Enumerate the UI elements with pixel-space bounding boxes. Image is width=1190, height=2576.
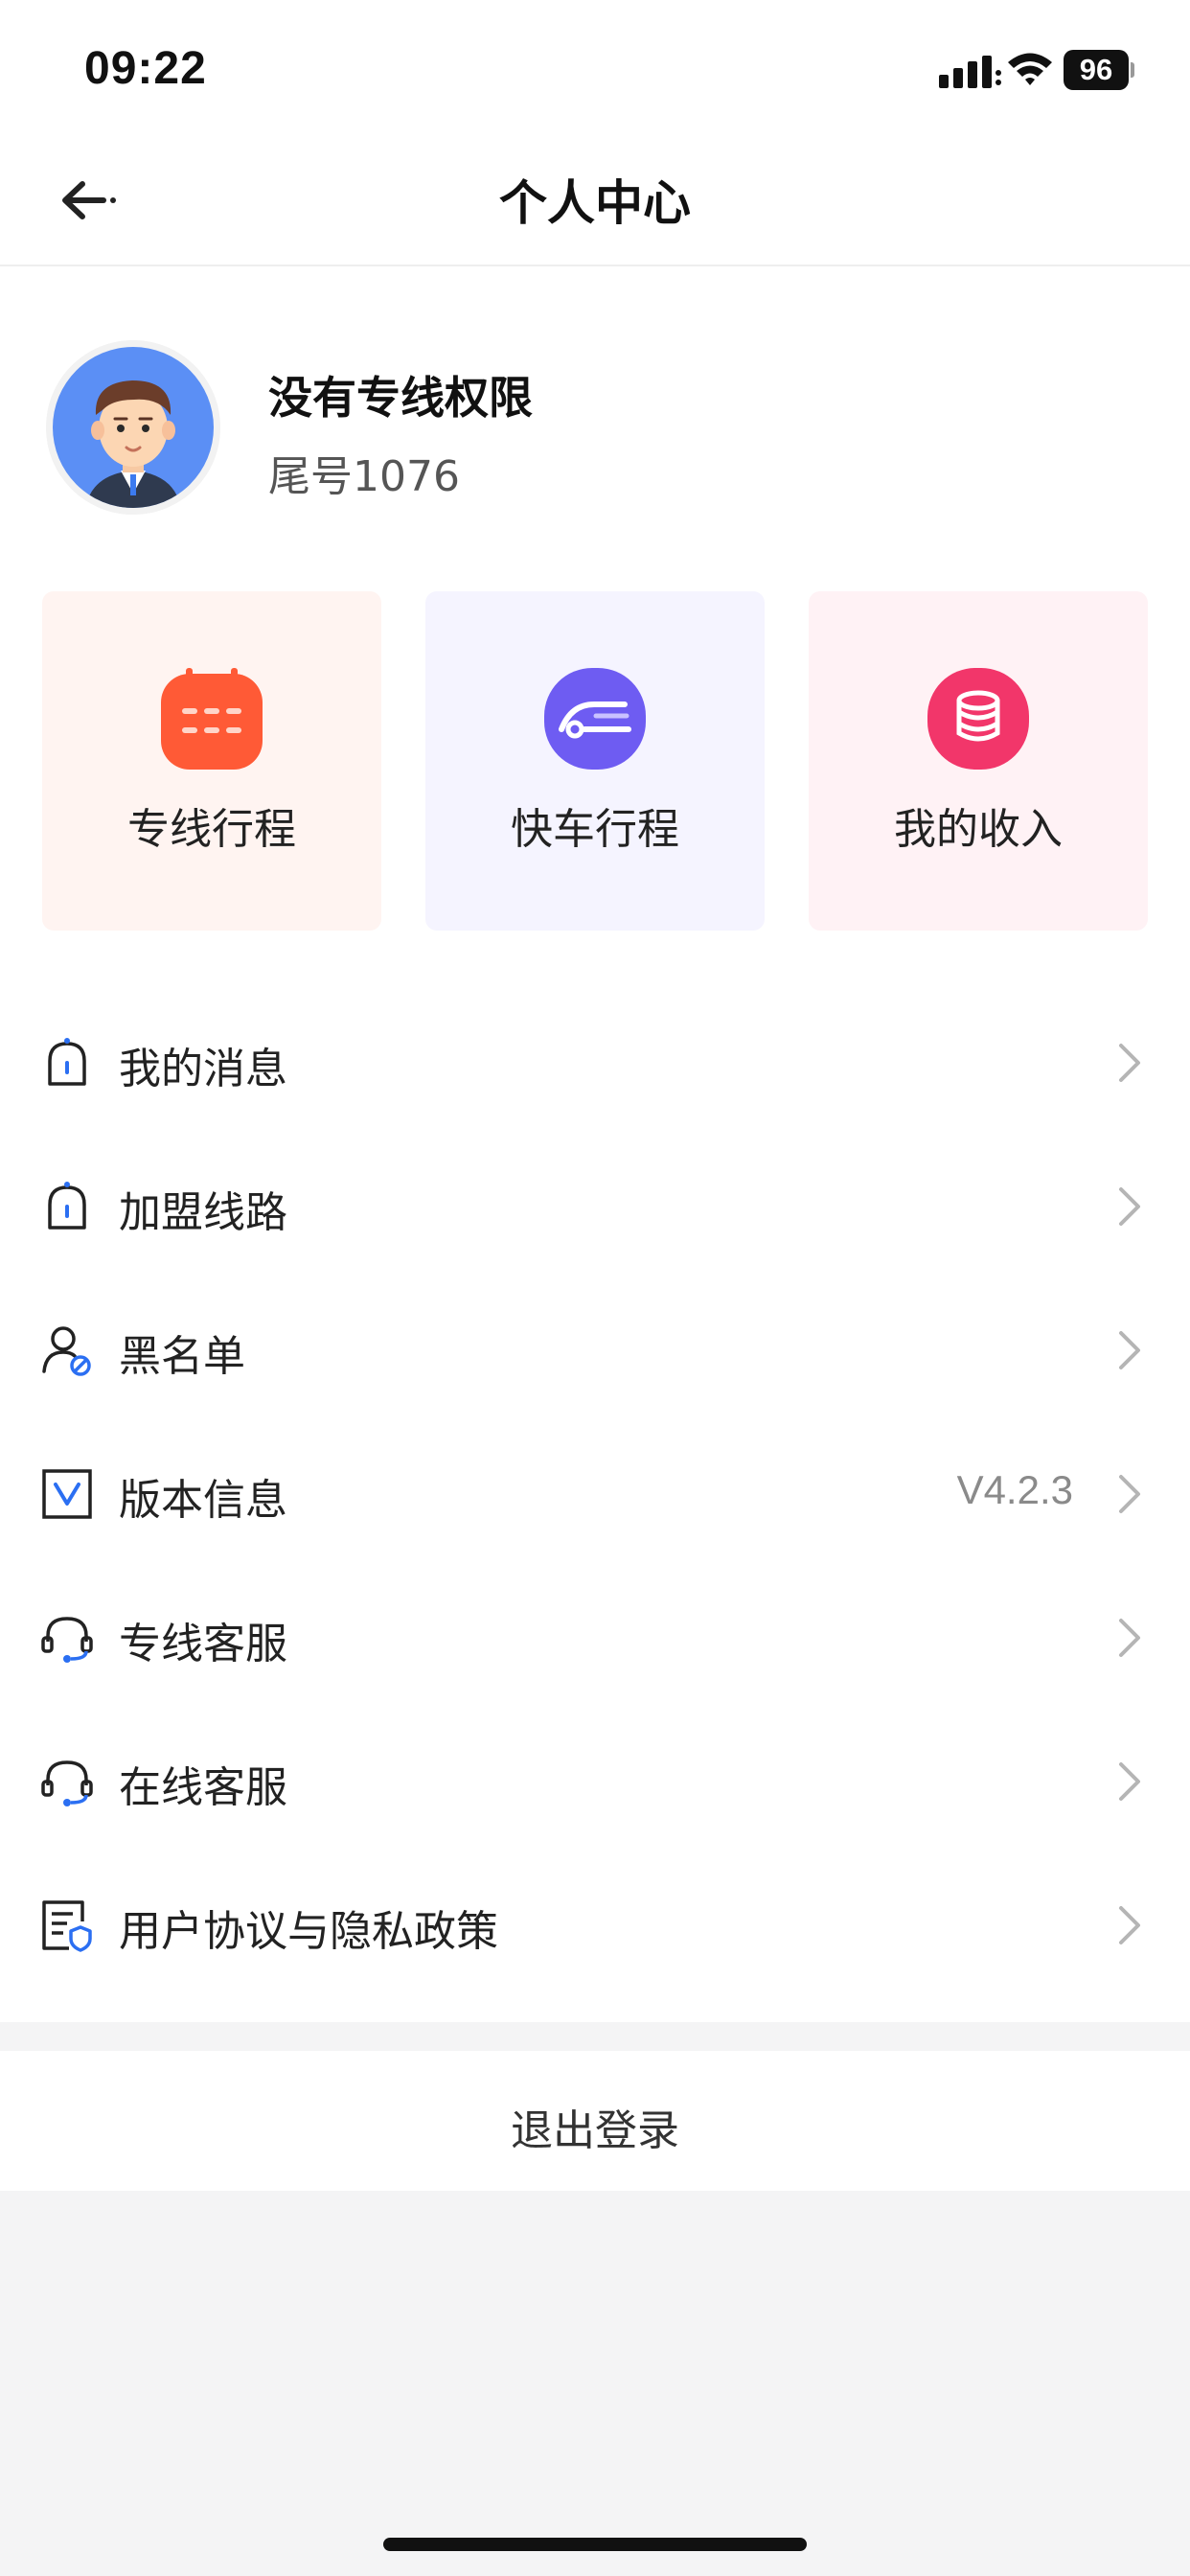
menu-item-blacklist[interactable]: 黑名单 xyxy=(0,1277,1190,1421)
chevron-right-icon xyxy=(1119,1619,1140,1657)
menu-item-online-service[interactable]: 在线客服 xyxy=(0,1709,1190,1852)
headset-icon xyxy=(41,1760,93,1806)
headset-icon xyxy=(41,1617,93,1663)
wifi-icon xyxy=(1008,53,1052,85)
version-icon xyxy=(42,1469,92,1519)
menu-label: 黑名单 xyxy=(119,1332,245,1381)
home-indicator[interactable] xyxy=(383,2538,807,2551)
document-shield-icon xyxy=(42,1900,92,1952)
logout-button[interactable]: 退出登录 xyxy=(0,2051,1190,2191)
menu-item-special-line-service[interactable]: 专线客服 xyxy=(0,1565,1190,1709)
chevron-right-icon xyxy=(1119,1906,1140,1944)
menu-label: 在线客服 xyxy=(119,1763,287,1812)
card-label: 我的收入 xyxy=(894,805,1063,854)
logout-label: 退出登录 xyxy=(511,2106,679,2155)
user-block-icon xyxy=(42,1326,91,1376)
menu-label: 我的消息 xyxy=(119,1045,287,1093)
card-my-income[interactable]: 我的收入 xyxy=(809,591,1148,931)
battery-level: 96 xyxy=(1064,50,1129,90)
card-label: 快车行程 xyxy=(511,805,679,854)
menu-item-user-agreement-privacy[interactable]: 用户协议与隐私政策 xyxy=(0,1852,1190,1996)
signal-icon xyxy=(939,56,1001,88)
menu-label: 版本信息 xyxy=(119,1476,287,1525)
bell-icon xyxy=(48,1182,86,1230)
menu-item-version-info[interactable]: 版本信息 V4.2.3 xyxy=(0,1421,1190,1565)
calendar-icon xyxy=(161,668,263,770)
page-title: 个人中心 xyxy=(499,175,691,231)
menu-label: 加盟线路 xyxy=(119,1188,287,1237)
menu-label: 用户协议与隐私政策 xyxy=(119,1907,498,1956)
chevron-right-icon xyxy=(1119,1187,1140,1226)
avatar-man-icon[interactable] xyxy=(46,340,220,515)
bell-icon xyxy=(48,1038,86,1086)
chevron-right-icon xyxy=(1119,1044,1140,1082)
menu-item-join-lines[interactable]: 加盟线路 xyxy=(0,1134,1190,1277)
car-icon xyxy=(544,668,646,770)
chevron-right-icon xyxy=(1119,1762,1140,1801)
menu-label: 专线客服 xyxy=(119,1620,287,1668)
battery-indicator: 96 xyxy=(1064,50,1134,90)
quick-entry-cards: 专线行程 快车行程 我的收入 xyxy=(42,591,1148,931)
user-name: 没有专线权限 xyxy=(268,372,533,424)
card-special-line-trips[interactable]: 专线行程 xyxy=(42,591,381,931)
profile-header[interactable]: 没有专线权限 尾号1076 xyxy=(46,340,1148,522)
battery-tip xyxy=(1131,62,1134,78)
menu-item-my-messages[interactable]: 我的消息 xyxy=(0,990,1190,1134)
card-express-trips[interactable]: 快车行程 xyxy=(425,591,765,931)
status-time: 09:22 xyxy=(84,43,207,94)
coins-icon xyxy=(927,668,1029,770)
version-value: V4.2.3 xyxy=(956,1467,1073,1512)
chevron-right-icon xyxy=(1119,1331,1140,1369)
nav-bar: 个人中心 xyxy=(0,134,1190,266)
user-phone-tail: 尾号1076 xyxy=(268,452,460,501)
card-label: 专线行程 xyxy=(127,805,296,854)
chevron-right-icon xyxy=(1119,1475,1140,1513)
status-bar: 09:22 96 xyxy=(0,0,1190,134)
